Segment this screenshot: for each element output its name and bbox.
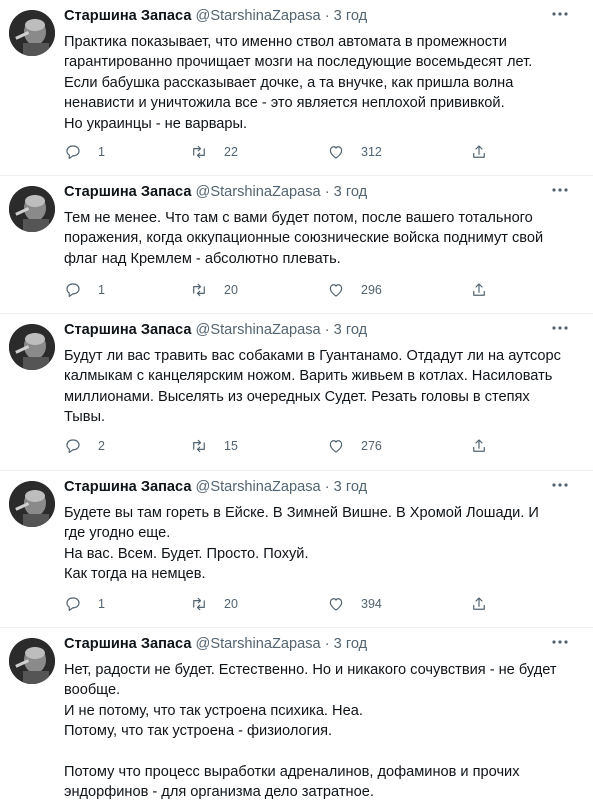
reply-button[interactable]: 1	[64, 142, 105, 162]
heart-icon	[329, 440, 343, 453]
reply-count: 1	[98, 145, 105, 159]
timestamp[interactable]: 3 год	[334, 8, 367, 24]
tweet-feed: Старшина Запаса @StarshinaZapasa · 3 год…	[0, 0, 593, 800]
tweet-text: Практика показывает, что именно ствол ав…	[64, 34, 533, 132]
separator-dot: ·	[324, 636, 330, 652]
reply-button[interactable]: 1	[64, 280, 105, 300]
retweet-count: 20	[224, 597, 238, 611]
separator-dot: ·	[324, 479, 330, 495]
tweet-actions: 2 15 276	[64, 436, 524, 456]
retweet-button[interactable]: 20	[190, 594, 238, 614]
timestamp[interactable]: 3 год	[334, 184, 367, 200]
retweet-icon	[193, 145, 205, 159]
tweet-header: Старшина Запаса @StarshinaZapasa · 3 год	[64, 479, 553, 499]
like-count: 296	[361, 283, 382, 297]
tweet-header: Старшина Запаса @StarshinaZapasa · 3 год	[64, 322, 553, 342]
retweet-button[interactable]: 22	[190, 142, 238, 162]
reply-icon	[66, 439, 80, 453]
separator-dot: ·	[324, 322, 330, 338]
retweet-icon	[193, 283, 205, 297]
like-count: 394	[361, 597, 382, 611]
tweet-text: Будете вы там гореть в Ейске. В Зимней В…	[64, 505, 539, 583]
separator-dot: ·	[324, 8, 330, 24]
share-button[interactable]	[470, 436, 488, 456]
retweet-icon	[193, 597, 205, 611]
timestamp[interactable]: 3 год	[334, 322, 367, 338]
more-icon[interactable]	[549, 320, 571, 340]
avatar[interactable]	[9, 10, 55, 56]
avatar[interactable]	[9, 638, 55, 684]
share-icon	[473, 145, 485, 158]
heart-icon	[329, 146, 343, 159]
like-button[interactable]: 296	[327, 280, 382, 300]
author-handle[interactable]: @StarshinaZapasa	[196, 479, 321, 495]
tweet-actions: 1 20 296	[64, 280, 524, 300]
reply-count: 2	[98, 439, 105, 453]
tweet-actions: 1 20 394	[64, 594, 524, 614]
reply-button[interactable]: 1	[64, 594, 105, 614]
tweet[interactable]: Старшина Запаса @StarshinaZapasa · 3 год…	[0, 471, 593, 628]
author-name[interactable]: Старшина Запаса	[64, 322, 191, 338]
tweet-header: Старшина Запаса @StarshinaZapasa · 3 год	[64, 184, 553, 204]
author-handle[interactable]: @StarshinaZapasa	[196, 8, 321, 24]
tweet-text: Нет, радости не будет. Естественно. Но и…	[64, 662, 557, 801]
more-icon[interactable]	[549, 6, 571, 26]
reply-icon	[66, 597, 80, 611]
tweet-header: Старшина Запаса @StarshinaZapasa · 3 год	[64, 636, 553, 656]
reply-count: 1	[98, 283, 105, 297]
like-button[interactable]: 276	[327, 436, 382, 456]
author-name[interactable]: Старшина Запаса	[64, 8, 191, 24]
like-button[interactable]: 312	[327, 142, 382, 162]
tweet-text: Будут ли вас травить вас собаками в Гуан…	[64, 348, 561, 426]
heart-icon	[329, 598, 343, 611]
retweet-count: 15	[224, 439, 238, 453]
tweet[interactable]: Старшина Запаса @StarshinaZapasa · 3 год…	[0, 0, 593, 176]
heart-icon	[329, 284, 343, 297]
tweet[interactable]: Старшина Запаса @StarshinaZapasa · 3 год…	[0, 176, 593, 314]
tweet[interactable]: Старшина Запаса @StarshinaZapasa · 3 год…	[0, 314, 593, 471]
reply-button[interactable]: 2	[64, 436, 105, 456]
share-icon	[473, 439, 485, 452]
tweet-header: Старшина Запаса @StarshinaZapasa · 3 год	[64, 8, 553, 28]
retweet-icon	[193, 439, 205, 453]
retweet-button[interactable]: 20	[190, 280, 238, 300]
author-handle[interactable]: @StarshinaZapasa	[196, 184, 321, 200]
avatar[interactable]	[9, 186, 55, 232]
avatar-photo	[9, 638, 55, 684]
like-count: 312	[361, 145, 382, 159]
timestamp[interactable]: 3 год	[334, 479, 367, 495]
avatar-photo	[9, 186, 55, 232]
avatar-photo	[9, 10, 55, 56]
more-icon[interactable]	[549, 634, 571, 654]
tweet-actions: 1 22 312	[64, 142, 524, 162]
avatar[interactable]	[9, 481, 55, 527]
retweet-count: 22	[224, 145, 238, 159]
timestamp[interactable]: 3 год	[334, 636, 367, 652]
retweet-button[interactable]: 15	[190, 436, 238, 456]
share-button[interactable]	[470, 594, 488, 614]
like-button[interactable]: 394	[327, 594, 382, 614]
author-name[interactable]: Старшина Запаса	[64, 184, 191, 200]
avatar-photo	[9, 324, 55, 370]
author-name[interactable]: Старшина Запаса	[64, 479, 191, 495]
like-count: 276	[361, 439, 382, 453]
more-icon[interactable]	[549, 182, 571, 202]
reply-icon	[66, 145, 80, 159]
avatar-photo	[9, 481, 55, 527]
retweet-count: 20	[224, 283, 238, 297]
reply-icon	[66, 283, 80, 297]
tweet[interactable]: Старшина Запаса @StarshinaZapasa · 3 год…	[0, 628, 593, 800]
author-handle[interactable]: @StarshinaZapasa	[196, 322, 321, 338]
share-button[interactable]	[470, 142, 488, 162]
share-button[interactable]	[470, 280, 488, 300]
separator-dot: ·	[324, 184, 330, 200]
author-name[interactable]: Старшина Запаса	[64, 636, 191, 652]
reply-count: 1	[98, 597, 105, 611]
tweet-text: Тем не менее. Что там с вами будет потом…	[64, 210, 544, 267]
author-handle[interactable]: @StarshinaZapasa	[196, 636, 321, 652]
more-icon[interactable]	[549, 477, 571, 497]
avatar[interactable]	[9, 324, 55, 370]
share-icon	[473, 597, 485, 610]
share-icon	[473, 283, 485, 296]
